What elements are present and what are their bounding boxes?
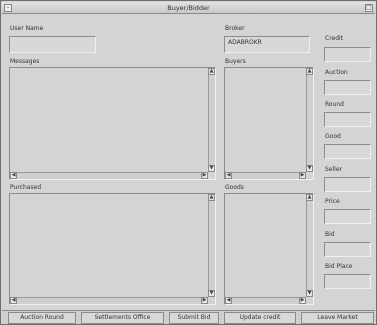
window-title: Buyer/Bidder: [167, 4, 210, 12]
submit-bid-button[interactable]: Submit Bid: [169, 312, 219, 324]
scroll-right-icon[interactable]: ▶: [299, 297, 306, 304]
bid-label: Bid: [325, 231, 335, 238]
scroll-down-icon[interactable]: ▼: [306, 290, 313, 297]
scroll-left-icon[interactable]: ◀: [225, 172, 232, 179]
purchased-horizontal-scrollbar[interactable]: ◀ ▶: [10, 297, 208, 304]
credit-label: Credit: [325, 35, 344, 42]
user-name-label: User Name: [10, 25, 44, 32]
price-field[interactable]: [324, 209, 371, 224]
update-credit-button[interactable]: Update credit: [224, 312, 296, 324]
goods-horizontal-scrollbar[interactable]: ◀ ▶: [225, 297, 306, 304]
broker-field[interactable]: ADABROKR: [224, 36, 310, 53]
purchased-list[interactable]: ▲ ▼ ◀ ▶: [9, 193, 216, 305]
scroll-right-icon[interactable]: ▶: [299, 172, 306, 179]
scroll-down-icon[interactable]: ▼: [208, 290, 215, 297]
goods-label: Goods: [225, 184, 244, 191]
messages-horizontal-scrollbar[interactable]: ◀ ▶: [10, 172, 208, 179]
leave-market-button[interactable]: Leave Market: [301, 312, 374, 324]
scroll-up-icon[interactable]: ▲: [208, 68, 215, 75]
goods-list[interactable]: ▲ ▼ ◀ ▶: [224, 193, 314, 305]
scroll-right-icon[interactable]: ▶: [201, 297, 208, 304]
price-label: Price: [325, 198, 340, 205]
broker-label: Broker: [225, 25, 245, 32]
goods-vertical-scrollbar[interactable]: ▲ ▼: [306, 194, 313, 297]
scroll-left-icon[interactable]: ◀: [10, 297, 17, 304]
bid-place-field[interactable]: [324, 274, 371, 289]
scroll-up-icon[interactable]: ▲: [306, 68, 313, 75]
auction-field[interactable]: [324, 80, 371, 95]
round-field[interactable]: [324, 112, 371, 127]
messages-list[interactable]: ▲ ▼ ◀ ▶: [9, 67, 216, 180]
auction-label: Auction: [325, 69, 348, 76]
round-label: Round: [325, 101, 344, 108]
scroll-left-icon[interactable]: ◀: [225, 297, 232, 304]
seller-field[interactable]: [324, 177, 371, 192]
scroll-left-icon[interactable]: ◀: [10, 172, 17, 179]
scroll-down-icon[interactable]: ▼: [306, 165, 313, 172]
scroll-right-icon[interactable]: ▶: [201, 172, 208, 179]
messages-vertical-scrollbar[interactable]: ▲ ▼: [208, 68, 215, 172]
seller-label: Seller: [325, 166, 342, 173]
scroll-up-icon[interactable]: ▲: [208, 194, 215, 201]
buyer-bidder-window: – Buyer/Bidder □ User Name Messages ▲ ▼ …: [0, 0, 377, 325]
purchased-label: Purchased: [10, 184, 42, 191]
good-label: Good: [325, 133, 341, 140]
button-bar: Auction Round Settlements Office Submit …: [2, 310, 375, 324]
good-field[interactable]: [324, 144, 371, 159]
scroll-up-icon[interactable]: ▲: [306, 194, 313, 201]
settlements-office-button[interactable]: Settlements Office: [81, 312, 164, 324]
buyers-list[interactable]: ▲ ▼ ◀ ▶: [224, 67, 314, 180]
buyers-vertical-scrollbar[interactable]: ▲ ▼: [306, 68, 313, 172]
user-name-field[interactable]: [9, 36, 96, 53]
messages-label: Messages: [10, 58, 40, 65]
buyers-horizontal-scrollbar[interactable]: ◀ ▶: [225, 172, 306, 179]
purchased-vertical-scrollbar[interactable]: ▲ ▼: [208, 194, 215, 297]
maximize-icon[interactable]: □: [365, 4, 373, 12]
title-bar: – Buyer/Bidder □: [2, 2, 375, 14]
credit-field[interactable]: [324, 47, 371, 62]
auction-round-button[interactable]: Auction Round: [8, 312, 76, 324]
buyers-label: Buyers: [225, 58, 246, 65]
scroll-down-icon[interactable]: ▼: [208, 165, 215, 172]
bid-place-label: Bid Place: [325, 263, 353, 270]
bid-field[interactable]: [324, 242, 371, 257]
